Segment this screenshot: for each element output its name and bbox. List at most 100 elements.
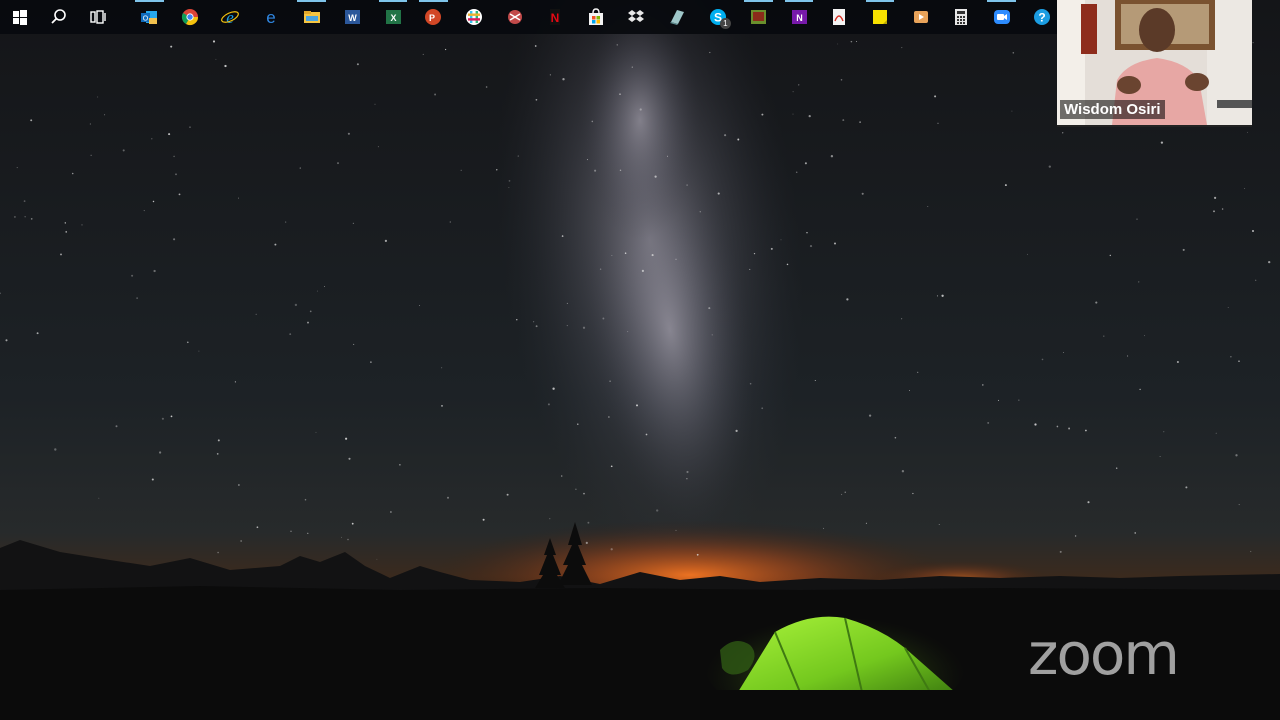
star	[749, 382, 752, 385]
taskbar: Oe e W X P N S 1 N?	[0, 0, 1058, 34]
star	[198, 350, 200, 352]
star	[583, 492, 585, 495]
star	[1026, 253, 1028, 255]
star	[304, 498, 307, 501]
star	[441, 367, 443, 369]
taskbar-button-pdf-reader[interactable]	[819, 0, 860, 34]
star	[823, 527, 825, 529]
star	[90, 154, 92, 156]
svg-text:N: N	[551, 11, 560, 25]
star	[1221, 208, 1224, 210]
notes-app-icon	[670, 10, 685, 25]
edge-icon: e	[266, 8, 275, 26]
star	[238, 484, 240, 486]
star	[224, 64, 227, 68]
taskbar-button-chrome[interactable]	[170, 0, 211, 34]
star	[654, 175, 657, 178]
taskbar-button-photo-viewer[interactable]	[738, 0, 779, 34]
star	[351, 522, 354, 525]
participant-video-tile[interactable]: Wisdom Osiri	[1057, 0, 1252, 127]
taskbar-button-edge[interactable]: e	[251, 0, 292, 34]
star	[1138, 281, 1140, 283]
star	[240, 540, 242, 542]
star	[444, 48, 447, 51]
star	[1235, 454, 1238, 457]
star	[1182, 248, 1185, 251]
star	[289, 333, 292, 335]
taskbar-button-microsoft-store[interactable]	[576, 0, 617, 34]
taskbar-button-zoom-app[interactable]	[981, 0, 1022, 34]
taskbar-button-media-player[interactable]	[900, 0, 941, 34]
star	[534, 45, 537, 47]
taskbar-button-skype[interactable]: S1	[697, 0, 738, 34]
star	[619, 93, 621, 95]
taskbar-button-internet-explorer[interactable]: e	[210, 0, 251, 34]
excel-icon: X	[385, 10, 401, 24]
taskbar-button-outlook[interactable]: O	[129, 0, 170, 34]
star	[315, 431, 317, 433]
star	[941, 294, 944, 297]
taskbar-button-word[interactable]: W	[332, 0, 373, 34]
taskbar-button-notes-app[interactable]	[657, 0, 698, 34]
taskbar-button-slack[interactable]	[454, 0, 495, 34]
star	[104, 114, 106, 116]
taskbar-button-search[interactable]	[39, 0, 78, 34]
star	[804, 162, 807, 165]
star	[175, 173, 177, 176]
star	[285, 221, 287, 223]
star	[170, 415, 173, 418]
taskbar-button-calculator[interactable]	[941, 0, 982, 34]
star	[24, 216, 26, 218]
star	[122, 149, 125, 152]
star	[1012, 52, 1015, 54]
star	[861, 192, 864, 195]
taskbar-button-file-explorer[interactable]	[291, 0, 332, 34]
star	[587, 521, 590, 524]
onenote-icon: N	[791, 10, 807, 24]
star	[868, 414, 872, 417]
star	[256, 526, 259, 529]
taskbar-button-netflix[interactable]: N	[535, 0, 576, 34]
taskbar-button-windows-start[interactable]	[0, 0, 39, 34]
star	[186, 341, 189, 344]
star	[215, 58, 217, 60]
star	[656, 509, 659, 512]
search-icon	[50, 9, 66, 24]
star	[627, 331, 629, 333]
star	[937, 122, 939, 124]
star	[1127, 355, 1129, 357]
word-icon: W	[345, 10, 361, 24]
star	[610, 465, 613, 468]
taskbar-button-sticky-notes[interactable]	[860, 0, 901, 34]
star	[516, 319, 518, 321]
dropbox-icon	[628, 10, 645, 22]
star	[585, 541, 588, 545]
star	[938, 524, 940, 525]
star	[1159, 455, 1161, 457]
taskbar-button-onenote[interactable]: N	[779, 0, 820, 34]
star	[1068, 427, 1071, 430]
chrome-icon	[181, 9, 198, 26]
taskbar-button-powerpoint[interactable]: P	[413, 0, 454, 34]
star	[786, 263, 789, 266]
star	[1041, 358, 1044, 361]
star	[535, 325, 538, 328]
taskbar-button-excel[interactable]: X	[373, 0, 414, 34]
svg-text:W: W	[349, 13, 358, 23]
star	[552, 387, 555, 390]
star	[173, 155, 175, 158]
internet-explorer-icon: e	[221, 8, 240, 26]
taskbar-button-dropbox[interactable]	[616, 0, 657, 34]
star	[651, 254, 654, 257]
taskbar-button-snipping-tool[interactable]	[494, 0, 535, 34]
taskbar-button-task-view[interactable]	[78, 0, 117, 34]
star	[806, 232, 808, 234]
star	[1095, 301, 1098, 304]
star	[566, 302, 568, 304]
star	[936, 295, 939, 297]
star	[1062, 132, 1064, 134]
star	[216, 453, 219, 455]
star	[255, 313, 257, 316]
star	[89, 123, 91, 125]
star	[422, 53, 424, 55]
